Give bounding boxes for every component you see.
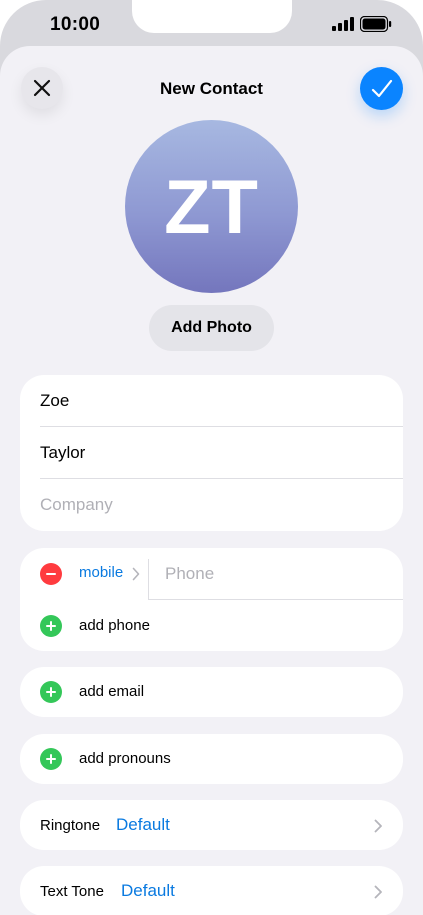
phone-card: mobile Phone add phone <box>20 548 403 651</box>
last-name-field[interactable]: Taylor <box>40 427 403 479</box>
ringtone-row[interactable]: Ringtone Default <box>20 800 403 850</box>
new-contact-sheet: New Contact ZT Add Photo Zoe Taylor Comp… <box>0 46 423 915</box>
status-bar: 10:00 <box>0 0 423 48</box>
add-phone-label[interactable]: add phone <box>79 617 150 634</box>
cellular-signal-icon <box>332 17 354 31</box>
chevron-right-icon <box>374 885 382 899</box>
notch <box>132 0 292 33</box>
avatar: ZT <box>125 120 298 293</box>
add-pronouns-label[interactable]: add pronouns <box>79 750 171 767</box>
company-placeholder: Company <box>40 495 113 514</box>
remove-phone-button[interactable] <box>40 563 62 585</box>
add-pronouns-button[interactable] <box>40 748 62 770</box>
add-pronouns-row[interactable]: add pronouns <box>20 734 403 784</box>
avatar-initials: ZT <box>164 165 259 250</box>
company-field[interactable]: Company <box>40 479 403 531</box>
plus-icon <box>46 687 56 697</box>
chevron-right-icon <box>132 567 140 581</box>
phone-frame: 10:00 New Contact ZT Add Photo Zoe Taylo… <box>0 0 423 915</box>
add-phone-button[interactable] <box>40 615 62 637</box>
minus-icon <box>46 573 56 575</box>
status-time: 10:00 <box>50 14 101 35</box>
phone-label-selector[interactable]: mobile <box>79 564 123 581</box>
add-email-button[interactable] <box>40 681 62 703</box>
divider <box>148 599 403 600</box>
plus-icon <box>46 754 56 764</box>
add-email-label[interactable]: add email <box>79 683 144 700</box>
ringtone-value: Default <box>116 815 170 834</box>
phone-input[interactable]: Phone <box>165 564 214 584</box>
divider <box>148 559 149 599</box>
last-name-value: Taylor <box>40 443 86 462</box>
first-name-value: Zoe <box>40 391 70 410</box>
plus-icon <box>46 621 56 631</box>
done-button[interactable] <box>360 67 403 110</box>
first-name-field[interactable]: Zoe <box>40 375 403 427</box>
add-photo-button[interactable]: Add Photo <box>149 305 274 351</box>
add-email-row[interactable]: add email <box>20 667 403 717</box>
battery-icon <box>360 16 392 32</box>
checkmark-icon <box>371 79 392 97</box>
text-tone-label: Text Tone <box>40 883 104 900</box>
text-tone-row[interactable]: Text Tone Default <box>20 866 403 915</box>
name-card: Zoe Taylor Company <box>20 375 403 531</box>
ringtone-label: Ringtone <box>40 817 101 834</box>
text-tone-value: Default <box>121 881 175 900</box>
chevron-right-icon <box>374 819 382 833</box>
